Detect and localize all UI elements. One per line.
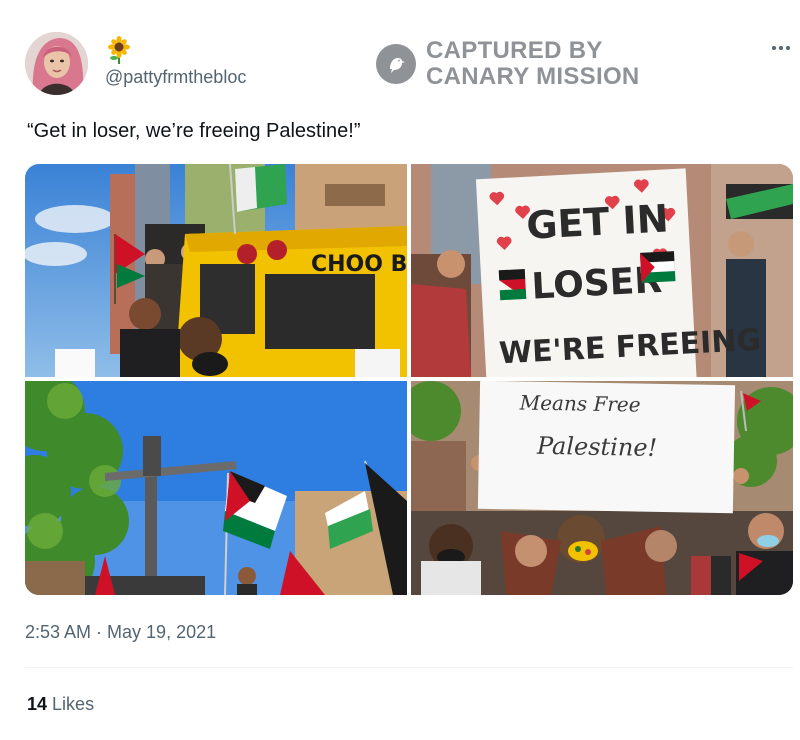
- more-options-button[interactable]: [764, 36, 798, 60]
- watermark: CAPTURED BY CANARY MISSION: [376, 38, 640, 90]
- sign-palestine: Palestine!: [536, 432, 658, 462]
- user-handle[interactable]: @pattyfrmthebloc: [105, 67, 246, 88]
- likes-link[interactable]: 14 Likes: [27, 694, 94, 715]
- photo-means-free-palestine-sign[interactable]: Means Free Palestine!: [411, 381, 793, 595]
- likes-count: 14: [27, 694, 48, 714]
- media-grid: CHOO BU: [25, 164, 793, 595]
- tweet-timestamp[interactable]: 2:53 AM · May 19, 2021: [25, 622, 216, 643]
- sign-line-1: GET IN: [525, 196, 669, 247]
- watermark-line-1: CAPTURED BY: [426, 37, 603, 64]
- avatar-image: [25, 32, 88, 95]
- sign-means-free: Means Free: [519, 390, 641, 416]
- more-dots-icon: [772, 46, 790, 50]
- canary-bird-icon: [376, 44, 416, 84]
- likes-label: Likes: [52, 694, 95, 714]
- watermark-text: CAPTURED BY CANARY MISSION: [426, 38, 640, 90]
- tweet-text: “Get in loser, we’re freeing Palestine!”: [27, 120, 361, 142]
- photo-get-in-loser-sign[interactable]: GET IN LOSER WE'RE FREEING: [411, 164, 793, 377]
- photo-bus[interactable]: CHOO BU: [25, 164, 407, 377]
- divider: [25, 667, 793, 668]
- watermark-line-2: CANARY MISSION: [426, 63, 640, 90]
- avatar[interactable]: [25, 32, 88, 95]
- tweet-card: @pattyfrmthebloc CAPTURED BY CANARY MISS…: [0, 0, 800, 740]
- photo-flags-sky[interactable]: [25, 381, 407, 595]
- sunflower-icon: [105, 36, 133, 64]
- bus-sign-text: CHOO BU: [311, 252, 407, 277]
